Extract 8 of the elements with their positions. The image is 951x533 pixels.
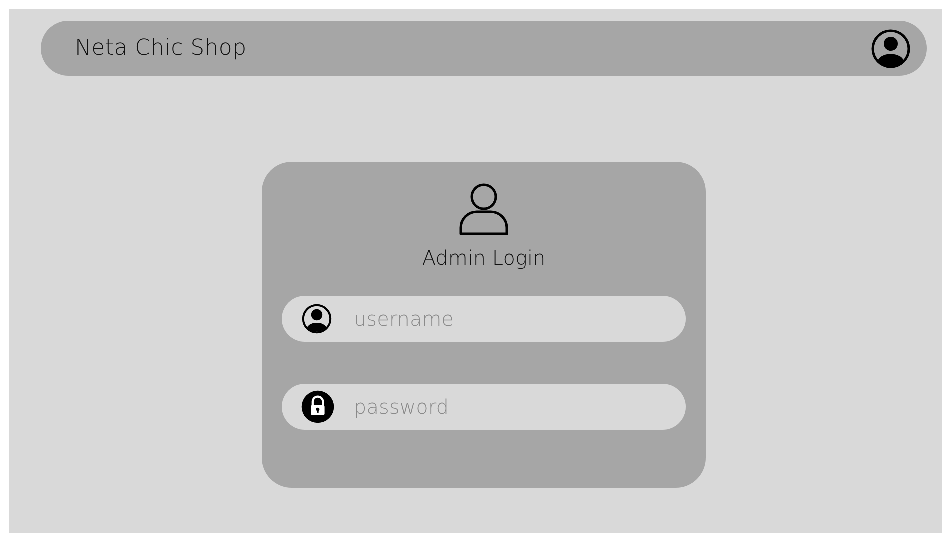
avatar-icon[interactable] <box>871 28 911 68</box>
user-outline-icon <box>458 182 510 236</box>
user-icon <box>301 303 333 335</box>
login-title: Admin Login <box>422 246 546 270</box>
password-field[interactable]: password <box>282 384 686 430</box>
lock-icon <box>301 390 335 424</box>
shop-title: Neta Chic Shop <box>75 36 247 61</box>
username-field[interactable]: username <box>282 296 686 342</box>
